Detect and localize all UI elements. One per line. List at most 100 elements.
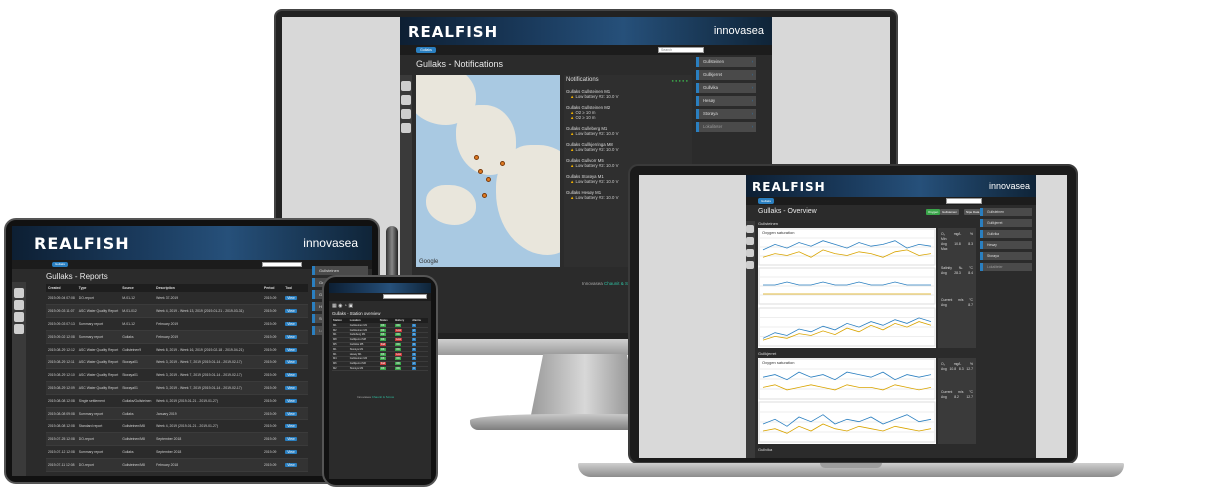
view-report-button[interactable]: View [285,411,297,416]
reports-icon[interactable] [14,300,24,310]
notification-text: Low battery #2: 10.0 V [575,147,619,152]
table-row[interactable]: 2019-08-08 12:08 Single settlement Gullaks… [46,394,308,408]
calendar-icon[interactable] [401,123,411,133]
menu-item-gullvika[interactable]: Gullvika › [696,83,756,93]
view-report-button[interactable]: View [285,309,297,314]
stat-value: 8.2 [954,395,959,399]
search-input[interactable] [383,294,427,299]
view-report-button[interactable]: View [285,462,297,467]
view-report-button[interactable]: View [285,360,297,365]
menu-item-gullsteinen[interactable]: Gullsteinen › [696,57,756,67]
reports-table: Created Type Source Description Period T… [46,284,308,476]
notification-filter-icons[interactable]: ● ● ● ● ● [671,78,688,83]
search-input[interactable]: Search [658,47,704,53]
table-row[interactable]: M2 Storøya M2 OK OK 0 [332,366,428,372]
table-cell: View [283,445,308,459]
site-map[interactable]: Google [416,75,560,267]
column-header[interactable]: Type [76,284,121,292]
station-marker[interactable] [486,177,491,182]
menu-item-gullkjerret[interactable]: Gullkjerret › [696,70,756,80]
notification-item[interactable]: Gullaks Gulleberg M1 ▲ Low battery #2: 10… [566,126,690,136]
station-marker[interactable] [474,155,479,160]
dashboard-icon[interactable] [401,81,411,91]
menu-item-hesoy[interactable]: Hesøy › [696,96,756,106]
table-cell: 2019-08-29 12:11 [46,355,77,370]
reports-icon[interactable] [401,95,411,105]
view-report-button[interactable]: View [285,398,297,403]
table-row[interactable]: 2019-08-08 09:08 Summary report Gullaks Jan… [46,407,308,421]
footer: Innovasea Chaunit & Scrow [357,395,394,399]
table-cell: 2019-09 [261,317,284,331]
station-marker[interactable] [478,169,483,174]
reports-icon[interactable] [746,237,754,245]
table-row[interactable]: 2019-09-03 07:13 Summary report M-01-12 Feb… [46,317,308,331]
dashboard-icon[interactable] [14,288,24,298]
notification-row: ▲ O2 ≥ 10 m [566,115,690,120]
site-filter-button[interactable]: Gullsteinen [940,209,960,215]
table-row[interactable]: 2019-08-29 12:09 ASC Water Quality Report… [46,381,308,395]
menu-item-gullsteinen[interactable]: Gullsteinen [980,208,1032,216]
menu-item-gullvika[interactable]: Gullvika [980,230,1032,238]
station-marker[interactable] [482,193,487,198]
table-row[interactable]: 2019-09-03 11:07 ASC Water Quality Report… [46,304,308,319]
nav-gullaks-button[interactable]: Gullaks [52,262,68,267]
chart-icon[interactable] [746,249,754,257]
view-report-button[interactable]: View [285,296,297,301]
table-row[interactable]: 2019-07-12 12:08 Summary report Gullaks Sep… [46,445,308,459]
menu-item-storoya[interactable]: Storøya › [696,109,756,119]
innovasea-logo: innovasea [713,25,764,37]
footer-link[interactable]: Chaunit & Scrow [372,395,394,399]
column-header[interactable]: Description [154,284,262,292]
oxygen-filter-button[interactable]: Oxygen [926,209,941,215]
notification-item[interactable]: Gullaks Gullsteinen M1 ▲ Low battery #2: … [566,89,690,99]
table-row[interactable]: 2019-08-08 12:08 Standard report Gullstein… [46,419,308,434]
calendar-icon[interactable] [14,324,24,334]
view-report-button[interactable]: View [285,321,297,326]
table-row[interactable]: 2019-07-25 12:08 DO-report Gullsteinen/M8 S… [46,432,308,447]
station-marker[interactable] [500,161,505,166]
menu-item-lokaliteter[interactable]: Lokaliteter [980,263,1032,271]
view-report-button[interactable]: View [285,347,297,352]
data-filter-button[interactable]: Nipe Data [964,209,982,215]
chart-icon[interactable]: ◔ [344,303,347,309]
menu-item-gullkjerret[interactable]: Gullkjerret [980,219,1032,227]
chevron-icon: › [751,111,753,116]
calendar-icon[interactable]: ▣ [348,303,353,309]
menu-item-storoya[interactable]: Storøya [980,252,1032,260]
dashboard-icon[interactable]: ▦ [332,303,337,309]
stat-unit: m/s [958,298,964,302]
view-report-button[interactable]: View [285,334,297,339]
calendar-icon[interactable] [746,261,754,269]
nav-gullaks-button[interactable]: Gullaks [416,47,436,53]
table-row[interactable]: 2019-09-02 12:08 Summary report Gullaks Feb… [46,330,308,344]
menu-item-hesoy[interactable]: Hesøy [980,241,1032,249]
search-input[interactable] [946,198,982,204]
table-row[interactable]: 2019-09-04 07:08 DO-report M-01-12 Week 37-… [46,292,308,306]
search-input[interactable] [262,262,302,267]
view-report-button[interactable]: View [285,424,297,429]
table-row[interactable]: 2019-08-29 12:12 ASC Water Quality Report… [46,343,308,357]
menu-item-gullsteinen[interactable]: Gullsteinen [312,266,368,275]
table-row[interactable]: 2019-07-11 12:08 DO-report Gullsteinen/M8 F… [46,458,308,472]
chart-title: Oxygen saturation [762,360,794,365]
table-row[interactable]: 2019-08-29 12:11 ASC Water Quality Report… [46,355,308,370]
notification-item[interactable]: Gullaks Gullkjerringa M8 ▲ Low battery #2… [566,142,690,152]
nav-gullaks-button[interactable]: Gullaks [758,198,774,204]
reports-icon[interactable]: ◉ [338,303,342,309]
dashboard-icon[interactable] [746,225,754,233]
chart-icon[interactable] [14,312,24,322]
column-header[interactable]: Source [120,284,155,292]
view-report-button[interactable]: View [285,373,297,378]
table-cell: M-01-12 [120,317,155,331]
view-report-button[interactable]: View [285,449,297,454]
chart-icon[interactable] [401,109,411,119]
notification-item[interactable]: Gullaks Gullsteinen M2 ▲ O2 ≥ 10 m ▲ O2 ≥ … [566,105,690,120]
menu-item-lokaliteter[interactable]: Lokaliteter › [696,122,756,132]
column-header[interactable]: Tool [283,284,308,292]
table-row[interactable]: 2019-08-29 12:10 ASC Water Quality Report… [46,368,308,383]
column-header[interactable]: Created [46,284,77,292]
view-report-button[interactable]: View [285,437,297,442]
view-report-button[interactable]: View [285,385,297,390]
table-row[interactable]: 2019-07-10 12:08Standard reportGullstein… [46,471,308,476]
column-header[interactable]: Period [261,284,284,292]
